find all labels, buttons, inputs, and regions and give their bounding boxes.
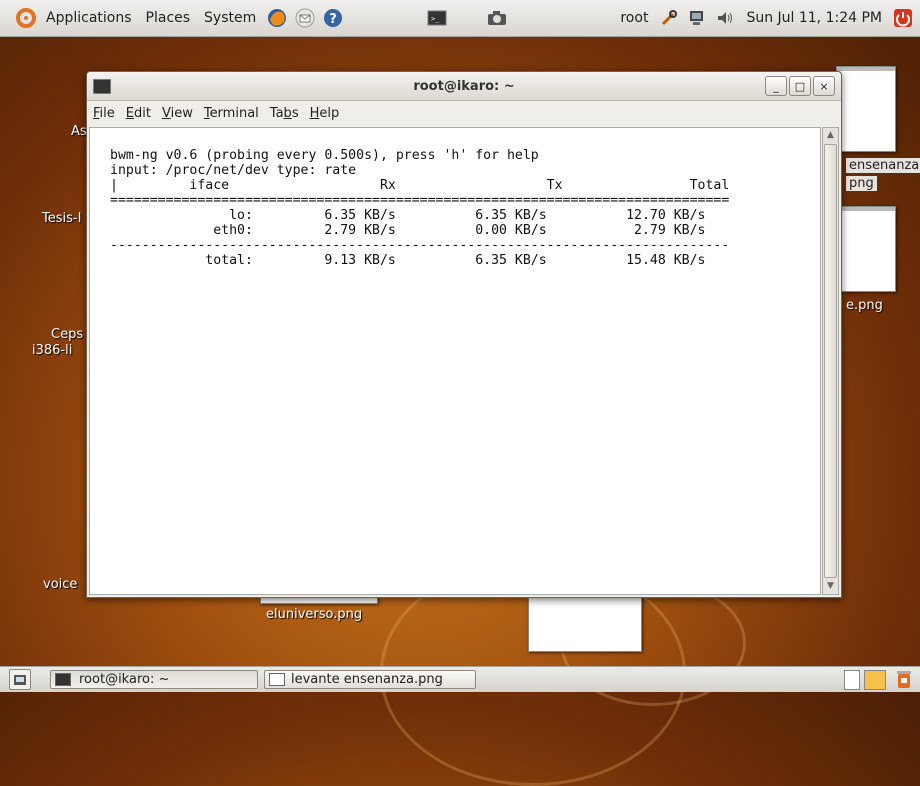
window-title: root@ikaro: ~ <box>413 78 515 94</box>
volume-icon[interactable] <box>714 7 736 29</box>
desktop-icon-label[interactable]: e.png <box>846 298 883 313</box>
image-thumbnail[interactable] <box>836 206 896 292</box>
menu-applications[interactable]: Applications <box>39 10 139 26</box>
clock[interactable]: Sun Jul 11, 1:24 PM <box>739 10 889 26</box>
firefox-icon[interactable] <box>266 7 288 29</box>
menu-places[interactable]: Places <box>139 10 198 26</box>
terminal-line: eth0: 2.79 KB/s 0.00 KB/s 2.79 KB/s <box>110 223 706 238</box>
ubuntu-logo-icon[interactable] <box>16 8 36 28</box>
image-viewer-icon <box>269 673 285 686</box>
menu-view[interactable]: View <box>162 106 193 121</box>
desktop-icon-label[interactable]: voice <box>43 577 77 592</box>
workspace-2[interactable] <box>864 670 886 690</box>
show-desktop-icon[interactable] <box>9 669 31 690</box>
scrollbar-thumb[interactable] <box>824 144 837 578</box>
terminal-launcher-icon[interactable]: >_ <box>426 7 448 29</box>
scroll-down-icon[interactable]: ▼ <box>823 579 838 594</box>
desktop-icon-label-selected[interactable]: png <box>846 176 877 191</box>
workspace-1[interactable] <box>844 670 860 690</box>
terminal-line: lo: 6.35 KB/s 6.35 KB/s 12.70 KB/s <box>110 208 706 223</box>
user-name: root <box>620 10 649 26</box>
menu-edit[interactable]: Edit <box>126 106 151 121</box>
menu-help[interactable]: Help <box>310 106 340 121</box>
terminal-line: ----------------------------------------… <box>110 238 730 253</box>
bottom-panel: root@ikaro: ~ levante ensenanza.png <box>0 666 920 692</box>
minimize-button[interactable]: _ <box>765 76 787 96</box>
terminal-window[interactable]: root@ikaro: ~ _ □ × File Edit View Termi… <box>86 71 842 598</box>
desktop-icon-label[interactable]: Tesis-I <box>42 211 81 226</box>
taskbar-item-label: root@ikaro: ~ <box>79 672 170 687</box>
terminal-line: ========================================… <box>110 193 730 208</box>
desktop-icon-label[interactable]: i386-li <box>32 343 72 358</box>
network-monitor-icon[interactable] <box>686 7 708 29</box>
window-titlebar[interactable]: root@ikaro: ~ _ □ × <box>87 72 841 101</box>
image-thumbnail[interactable] <box>836 66 896 152</box>
terminal-line: input: /proc/net/dev type: rate <box>110 163 357 178</box>
svg-text:?: ? <box>329 12 337 27</box>
power-icon[interactable] <box>892 7 914 29</box>
desktop-icon-label-selected[interactable]: ensenanza <box>846 158 920 173</box>
menu-file[interactable]: File <box>93 106 115 121</box>
scrollbar[interactable]: ▲ ▼ <box>822 127 839 595</box>
terminal-line: | iface Rx Tx Total <box>110 178 730 193</box>
menubar: File Edit View Terminal Tabs Help <box>87 101 841 125</box>
image-thumbnail[interactable] <box>528 590 642 652</box>
top-panel: Applications Places System ? >_ root Sun… <box>0 0 920 37</box>
trash-icon[interactable] <box>893 668 915 690</box>
close-button[interactable]: × <box>813 76 835 96</box>
network-tool-icon[interactable] <box>658 7 680 29</box>
svg-text:>_: >_ <box>431 15 440 23</box>
help-icon[interactable]: ? <box>322 7 344 29</box>
desktop-icon-label[interactable]: Ceps <box>51 327 83 342</box>
terminal-line: total: 9.13 KB/s 6.35 KB/s 15.48 KB/s <box>110 253 706 268</box>
menu-tabs[interactable]: Tabs <box>270 106 299 121</box>
taskbar-item-image[interactable]: levante ensenanza.png <box>264 670 476 689</box>
terminal-output[interactable]: bwm-ng v0.6 (probing every 0.500s), pres… <box>89 127 821 595</box>
terminal-icon[interactable] <box>93 79 111 94</box>
screenshot-icon[interactable] <box>486 7 508 29</box>
terminal-icon <box>55 673 71 686</box>
scroll-up-icon[interactable]: ▲ <box>823 128 838 143</box>
desktop-icon-label[interactable]: eluniverso.png <box>266 607 362 622</box>
menu-system[interactable]: System <box>197 10 263 26</box>
desktop-icon-label[interactable]: As <box>71 124 87 139</box>
taskbar-item-terminal[interactable]: root@ikaro: ~ <box>50 670 258 689</box>
maximize-button[interactable]: □ <box>789 76 811 96</box>
terminal-line: bwm-ng v0.6 (probing every 0.500s), pres… <box>110 148 539 163</box>
menu-terminal[interactable]: Terminal <box>204 106 259 121</box>
taskbar-item-label: levante ensenanza.png <box>291 672 443 687</box>
mail-icon[interactable] <box>294 7 316 29</box>
